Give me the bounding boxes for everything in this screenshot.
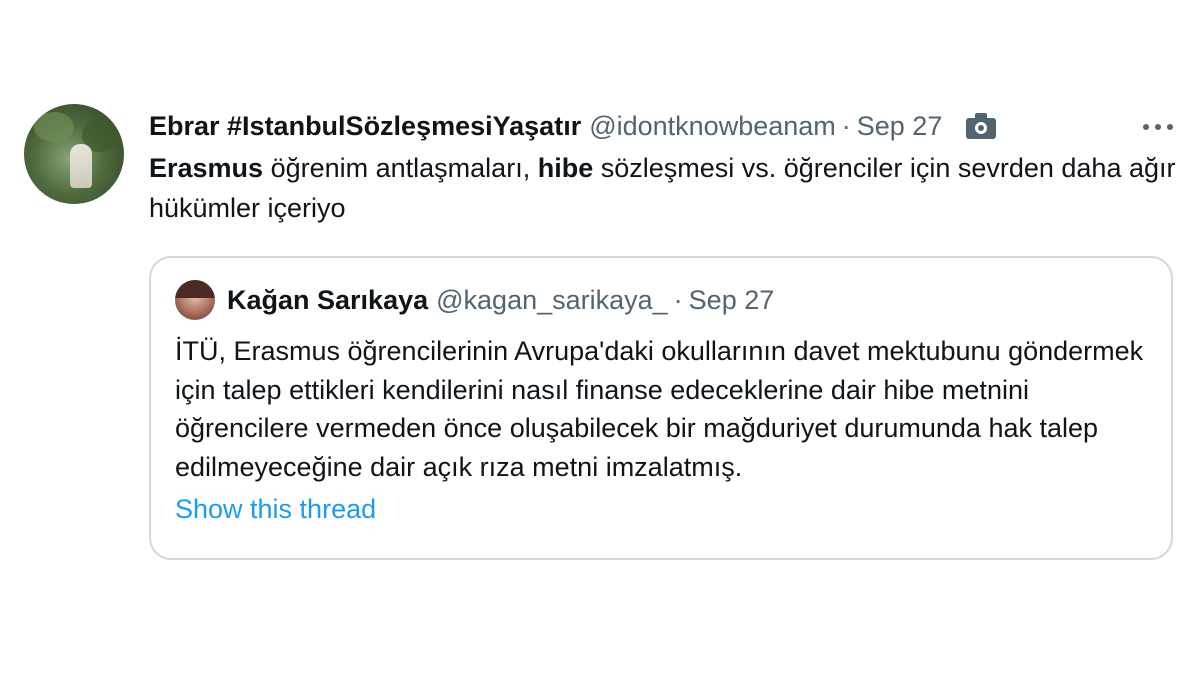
tweet-text-bold-erasmus: Erasmus	[149, 153, 264, 183]
quote-display-name: Kağan Sarıkaya	[227, 284, 429, 315]
separator-dot: ·	[673, 284, 683, 315]
tweet-text-part: öğrenim antlaşmaları,	[263, 153, 538, 183]
more-icon[interactable]	[1140, 112, 1176, 142]
quoted-tweet[interactable]: Kağan Sarıkaya @kagan_sarikaya_ · Sep 27…	[149, 256, 1173, 560]
quote-avatar	[175, 280, 215, 320]
display-name[interactable]: Ebrar #IstanbulSözleşmesiYaşatır	[149, 111, 581, 142]
user-handle[interactable]: @idontknowbeanam	[589, 111, 836, 142]
quote-header: Kağan Sarıkaya @kagan_sarikaya_ · Sep 27	[175, 280, 774, 320]
tweet-header: Ebrar #IstanbulSözleşmesiYaşatır @idontk…	[149, 104, 1176, 148]
quote-date: Sep 27	[688, 284, 775, 315]
tweet-text-bold-hibe: hibe	[537, 153, 594, 183]
camera-icon	[966, 113, 997, 139]
tweet-text: Erasmus öğrenim antlaşmaları, hibe sözle…	[149, 148, 1176, 228]
tweet-date[interactable]: Sep 27	[857, 111, 943, 142]
avatar[interactable]	[24, 104, 124, 204]
separator-dot: ·	[841, 110, 851, 141]
quote-user-handle: @kagan_sarikaya_	[436, 284, 668, 315]
show-thread-link[interactable]: Show this thread	[175, 494, 376, 525]
quote-text: İTÜ, Erasmus öğrencilerinin Avrupa'daki …	[175, 336, 1144, 482]
tweet-content: Ebrar #IstanbulSözleşmesiYaşatır @idontk…	[149, 104, 1176, 228]
